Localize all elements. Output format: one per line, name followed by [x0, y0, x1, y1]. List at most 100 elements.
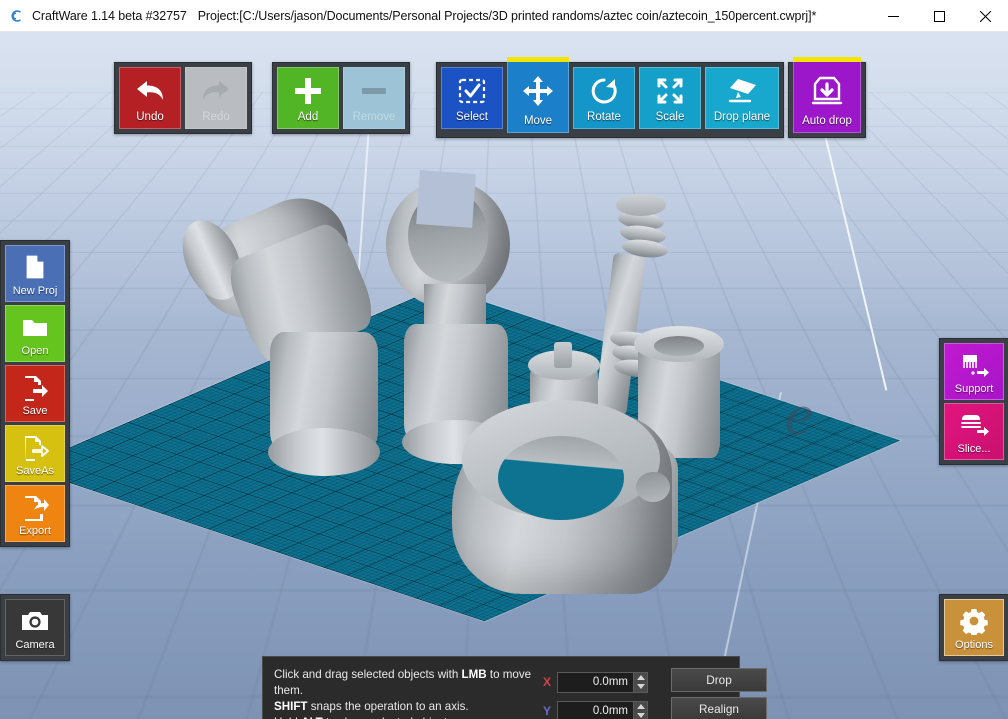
drop-plane-icon — [706, 74, 778, 108]
slice-button[interactable]: Slice... — [944, 403, 1004, 460]
undo-arrow-icon — [120, 74, 180, 108]
support-label: Support — [954, 383, 994, 395]
craftware-logo-icon — [9, 9, 23, 23]
tool-drop-plane-button[interactable]: Drop plane — [705, 67, 779, 129]
redo-button[interactable]: Redo — [185, 67, 247, 129]
save-as-button[interactable]: SaveAs — [5, 425, 65, 482]
camera-button[interactable]: Camera — [5, 599, 65, 656]
auto-drop-box-icon — [794, 74, 860, 108]
auto-drop-active-marker — [793, 57, 861, 62]
remove-button[interactable]: Remove — [343, 67, 405, 129]
export-label: Export — [19, 525, 51, 537]
options-button[interactable]: Options — [944, 599, 1004, 656]
undo-label: Undo — [136, 110, 164, 123]
move-arrows-icon — [508, 74, 568, 108]
redo-arrow-icon — [186, 74, 246, 108]
toolbar-group-objects: Add Remove — [272, 62, 410, 134]
toolbar-group-tools: Select Move Rotate Scale Drop plane — [436, 57, 784, 138]
window-title: CraftWare 1.14 beta #32757 Project:[C:/Us… — [32, 9, 816, 23]
add-button[interactable]: Add — [277, 67, 339, 129]
scale-arrows-icon — [640, 74, 700, 108]
camera-label: Camera — [15, 639, 55, 651]
tool-select-label: Select — [456, 110, 488, 123]
axis-spinner-y[interactable]: 0.0mm — [557, 700, 648, 719]
open-label: Open — [21, 345, 49, 357]
export-button[interactable]: Export — [5, 485, 65, 542]
redo-label: Redo — [202, 110, 230, 123]
drop-button[interactable]: Drop — [671, 668, 767, 692]
spinner-down-icon[interactable] — [636, 684, 645, 690]
axis-label-x: X — [543, 675, 552, 689]
spinner-down-icon[interactable] — [636, 713, 645, 719]
sidebar-right-options-dock: Options — [939, 594, 1008, 661]
save-button[interactable]: Save — [5, 365, 65, 422]
model-cup-bore — [654, 336, 704, 356]
new-document-icon — [6, 251, 64, 283]
active-tool-marker — [507, 57, 569, 62]
axis-input-y[interactable]: 0.0mm — [557, 700, 633, 719]
model-screw-head[interactable] — [616, 194, 666, 216]
project-path: Project:[C:/Users/jason/Documents/Person… — [197, 8, 817, 23]
save-arrow-icon — [6, 371, 64, 403]
axis-input-x[interactable]: 0.0mm — [557, 671, 633, 693]
slice-label: Slice... — [957, 443, 991, 455]
realign-button[interactable]: Realign — [671, 697, 767, 719]
close-button[interactable] — [962, 0, 1008, 32]
sidebar-left-file-dock: New Proj Open Save SaveAs Export — [0, 240, 70, 547]
sidebar-left-camera-dock: Camera — [0, 594, 70, 661]
model-stud — [636, 472, 670, 502]
tool-rotate-label: Rotate — [587, 110, 621, 123]
hint-text-block: Click and drag selected objects with LMB… — [263, 667, 543, 719]
toolbar-group-autodrop: Auto drop — [788, 57, 866, 138]
support-button[interactable]: Support — [944, 343, 1004, 400]
spinner-up-icon[interactable] — [636, 674, 645, 680]
open-button[interactable]: Open — [5, 305, 65, 362]
auto-drop-label: Auto drop — [802, 114, 852, 127]
model-knob-tab — [554, 342, 572, 368]
slice-layers-icon — [945, 409, 1003, 441]
remove-label: Remove — [352, 110, 396, 123]
title-bar: CraftWare 1.14 beta #32757 Project:[C:/Us… — [0, 0, 1008, 32]
select-checkbox-icon — [442, 74, 502, 108]
tool-move-button[interactable]: Move — [507, 57, 569, 133]
save-label: Save — [22, 405, 48, 417]
status-action-buttons: Drop Realign Multiply — [661, 667, 767, 719]
axis-stepper-x[interactable] — [633, 671, 648, 693]
rotate-arrow-icon — [574, 74, 634, 108]
hint-line-2: SHIFT snaps the operation to an axis. — [274, 699, 469, 713]
save-as-label: SaveAs — [16, 465, 54, 477]
new-project-button[interactable]: New Proj — [5, 245, 65, 302]
auto-drop-button[interactable]: Auto drop — [793, 57, 861, 133]
tool-move-label: Move — [523, 114, 553, 127]
tool-rotate-button[interactable]: Rotate — [573, 67, 635, 129]
app-title: CraftWare 1.14 beta #32757 — [32, 8, 187, 23]
axis-label-y: Y — [543, 704, 552, 718]
maximize-button[interactable] — [916, 0, 962, 32]
tool-drop-plane-label: Drop plane — [713, 110, 771, 123]
support-brush-icon — [945, 349, 1003, 381]
model-wrench-gap — [416, 170, 476, 228]
axis-fields-group: X 0.0mm Y 0.0mm Z 0.0mm — [543, 667, 661, 719]
model-flange-bore — [498, 436, 624, 520]
toolbar-group-history: Undo Redo — [114, 62, 252, 134]
hint-line-3: Hold ALT to clone selected objects. — [274, 715, 543, 719]
minimize-button[interactable] — [870, 0, 916, 32]
model-tube-base[interactable] — [268, 428, 380, 476]
tool-scale-label: Scale — [655, 110, 685, 123]
camera-icon — [6, 605, 64, 637]
tool-select-button[interactable]: Select — [441, 67, 503, 129]
axis-stepper-y[interactable] — [633, 700, 648, 719]
3d-viewport[interactable]: cw e — [0, 32, 1008, 719]
status-panel: Click and drag selected objects with LMB… — [262, 656, 767, 719]
add-label: Add — [297, 110, 319, 123]
plus-icon — [278, 74, 338, 108]
axis-row-y: Y 0.0mm — [543, 697, 661, 719]
undo-button[interactable]: Undo — [119, 67, 181, 129]
minus-icon — [344, 74, 404, 108]
window-controls — [870, 0, 1008, 32]
gear-icon — [945, 605, 1003, 637]
spinner-up-icon[interactable] — [636, 703, 645, 709]
axis-spinner-x[interactable]: 0.0mm — [557, 671, 648, 693]
folder-open-icon — [6, 311, 64, 343]
tool-scale-button[interactable]: Scale — [639, 67, 701, 129]
